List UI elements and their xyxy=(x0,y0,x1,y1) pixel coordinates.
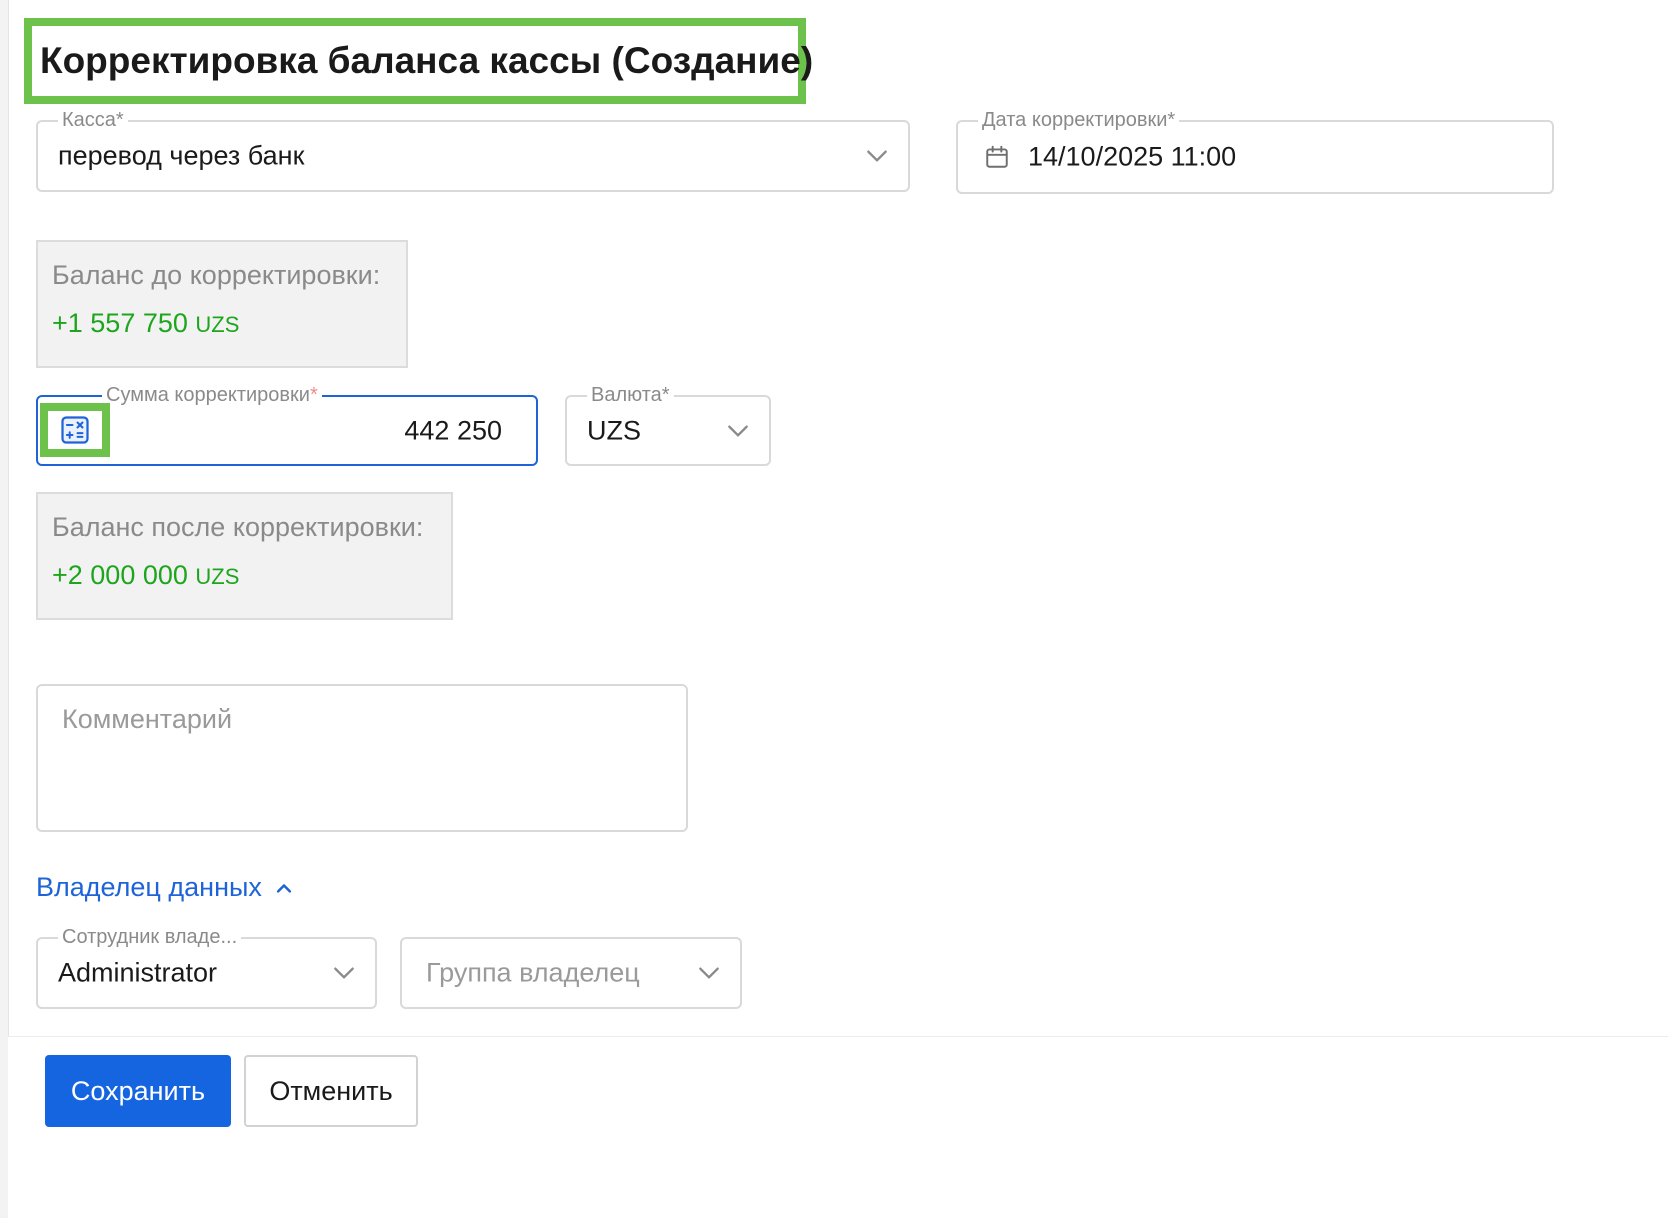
comment-textarea[interactable]: Комментарий xyxy=(36,684,688,832)
amount-required-mark: * xyxy=(309,384,318,406)
balance-before-box: Баланс до корректировки: +1 557 750 UZS xyxy=(36,240,408,368)
owner-employee-value: Administrator xyxy=(58,957,218,988)
chevron-up-icon xyxy=(276,883,291,893)
balance-before-amount: +1 557 750 xyxy=(52,308,188,338)
chevron-down-icon xyxy=(334,967,354,979)
chevron-down-icon xyxy=(867,150,887,162)
date-label: Дата корректировки* xyxy=(978,108,1180,132)
cancel-button[interactable]: Отменить xyxy=(244,1055,418,1127)
save-button[interactable]: Сохранить xyxy=(45,1055,231,1127)
chevron-down-icon xyxy=(699,967,719,979)
page-title: Корректировка баланса кассы (Создание) xyxy=(40,40,814,81)
owner-group-select[interactable]: Группа владелец xyxy=(400,937,742,1009)
owner-section-toggle[interactable]: Владелец данных xyxy=(36,872,294,903)
currency-value: UZS xyxy=(587,415,641,445)
amount-field[interactable]: Сумма корректировки* 442 250 xyxy=(36,383,538,466)
date-field[interactable]: Дата корректировки* 14/10/2025 11:00 xyxy=(956,108,1554,194)
cashbox-label: Касса* xyxy=(58,108,128,132)
currency-select[interactable]: Валюта* UZS xyxy=(565,383,771,466)
balance-after-box: Баланс после корректировки: +2 000 000 U… xyxy=(36,492,453,620)
comment-placeholder: Комментарий xyxy=(62,704,233,734)
currency-label: Валюта* xyxy=(587,383,674,407)
amount-value: 442 250 xyxy=(404,415,502,445)
calculator-button[interactable] xyxy=(40,403,110,457)
balance-after-amount: +2 000 000 xyxy=(52,560,188,590)
owner-employee-label: Сотрудник владе... xyxy=(58,925,242,949)
calculator-icon xyxy=(61,416,89,444)
balance-after-value: +2 000 000 UZS xyxy=(52,560,239,591)
balance-before-label: Баланс до корректировки: xyxy=(52,260,381,290)
owner-group-placeholder: Группа владелец xyxy=(426,957,640,988)
amount-label: Сумма корректировки* xyxy=(102,383,322,407)
balance-before-currency: UZS xyxy=(195,312,240,337)
page-title-highlight: Корректировка баланса кассы (Создание) xyxy=(24,18,813,104)
date-value: 14/10/2025 11:00 xyxy=(1028,141,1237,172)
balance-before-value: +1 557 750 UZS xyxy=(52,308,239,339)
calendar-icon[interactable] xyxy=(984,144,1010,170)
cashbox-select[interactable]: Касса* перевод через банк xyxy=(36,108,910,192)
owner-section-label: Владелец данных xyxy=(36,872,262,902)
owner-employee-select[interactable]: Сотрудник владе... Administrator xyxy=(36,925,377,1009)
cashbox-value: перевод через банк xyxy=(58,140,305,171)
balance-after-currency: UZS xyxy=(195,564,240,589)
amount-label-text: Сумма корректировки xyxy=(106,384,310,406)
balance-after-label: Баланс после корректировки: xyxy=(52,512,424,542)
chevron-down-icon xyxy=(728,424,748,437)
